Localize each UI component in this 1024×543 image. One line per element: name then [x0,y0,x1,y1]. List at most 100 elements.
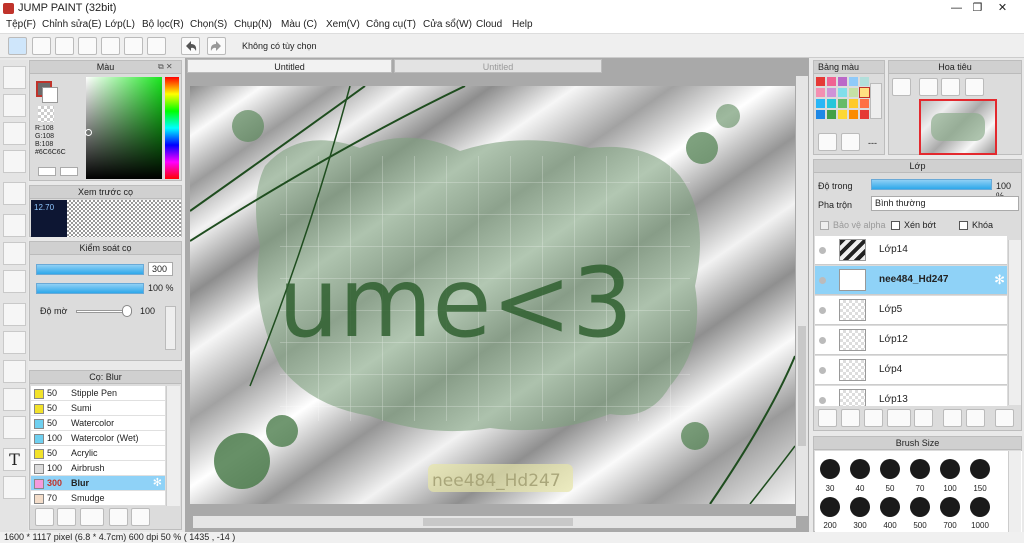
gradient-tool-icon[interactable] [3,270,26,293]
nav-zoom-in-icon[interactable] [892,78,911,96]
brush-size-dot[interactable] [880,459,900,479]
layer-item-selected[interactable]: nee484_Hd247 ✻ [815,266,1007,295]
nav-zoom-in-2-icon[interactable] [919,78,938,96]
brush-size-dot[interactable] [940,459,960,479]
brush-size-dot[interactable] [970,497,990,517]
lock-checkbox[interactable] [959,221,968,230]
nav-zoom-out-icon[interactable] [965,78,984,96]
brush-item-smudge[interactable]: 70 Smudge [31,491,165,506]
horizontal-scrollbar[interactable] [193,516,796,528]
saturation-picker[interactable] [86,77,162,179]
layer-delete-icon[interactable] [995,409,1014,427]
layer-settings-icon[interactable]: ✻ [994,272,1005,288]
protect-alpha-checkbox[interactable] [820,221,829,230]
transparent-swatch[interactable] [38,106,54,122]
background-color-swatch[interactable] [42,87,58,103]
brush-copy-icon[interactable] [109,508,128,526]
menu-layer[interactable]: Lớp(L) [105,19,135,30]
brush-size-dot[interactable] [910,497,930,517]
layer-new-text-icon[interactable] [864,409,883,427]
redo-icon[interactable] [207,37,226,55]
brush-control-scrollbar[interactable] [165,306,176,350]
menu-view[interactable]: Xem(V) [326,19,360,30]
text-tool-icon[interactable]: T [3,448,26,471]
eraser-tool-icon[interactable] [3,94,26,117]
layer-item[interactable]: Lớp14 [815,236,1007,265]
color-mode-button[interactable] [38,167,56,176]
tab-untitled[interactable]: Untitled [394,59,602,73]
brush-item-watercolor[interactable]: 50 Watercolor [31,416,165,431]
brush-menu-icon[interactable] [80,508,104,526]
layer-visibility-icon[interactable] [819,337,826,344]
info-icon[interactable] [78,37,97,55]
magic-wand-icon[interactable] [3,360,26,383]
layer-item[interactable]: Lớp12 [815,326,1007,355]
brush-size-dot[interactable] [850,497,870,517]
vertical-scrollbar[interactable] [796,76,808,516]
layer-item[interactable]: Lớp4 [815,356,1007,385]
menu-window[interactable]: Cửa sổ(W) [423,19,472,30]
nav-fit-icon[interactable] [941,78,960,96]
layer-visibility-icon[interactable] [819,247,826,254]
layer-menu-icon[interactable] [887,409,911,427]
menu-capture[interactable]: Chụp(N) [234,19,272,30]
undo-icon[interactable] [181,37,200,55]
brush-size-dot[interactable] [910,459,930,479]
layer-merge-icon[interactable] [966,409,985,427]
brush-item-sumi[interactable]: 50 Sumi [31,401,165,416]
menu-color[interactable]: Màu (C) [281,19,317,30]
brush-tree-icon[interactable] [35,508,54,526]
tab-untitled-active[interactable]: Untitled [187,59,392,73]
layer-scrollbar[interactable] [1008,240,1021,405]
panel-close-icon[interactable]: ⧉ ✕ [158,62,178,73]
select-pen-icon[interactable] [3,388,26,411]
brush-size-slider[interactable] [36,264,144,275]
menu-edit[interactable]: Chỉnh sửa(E) [42,19,102,30]
brush-item-acrylic[interactable]: 50 Acrylic [31,446,165,461]
menu-filter[interactable]: Bộ lọc(R) [142,19,184,30]
brush-size-dot[interactable] [880,497,900,517]
brush-list-scrollbar[interactable] [166,386,180,506]
bucket-tool-icon[interactable] [3,242,26,265]
lasso-select-icon[interactable] [3,331,26,354]
brush-tool-icon[interactable] [3,66,26,89]
move-tool-icon[interactable] [3,182,26,205]
layer-visibility-icon[interactable] [819,277,826,284]
layer-opacity-slider[interactable] [871,179,992,190]
brush-item-stipple-pen[interactable]: 50 Stipple Pen [31,386,165,401]
layer-visibility-icon[interactable] [819,307,826,314]
brush-item-airbrush[interactable]: 100 Airbrush [31,461,165,476]
layer-new-icon[interactable] [818,409,837,427]
brush-size-dot[interactable] [820,459,840,479]
brush-opacity-slider[interactable] [36,283,144,294]
menu-file[interactable]: Tệp(F) [6,19,36,30]
layer-folder-icon[interactable] [914,409,933,427]
hue-slider[interactable] [165,77,179,179]
brush-size-dot[interactable] [940,497,960,517]
brush-size-dot[interactable] [850,459,870,479]
brush-folder-icon[interactable] [131,508,150,526]
layer-new-raster-icon[interactable] [841,409,860,427]
close-window-icon[interactable]: ✕ [980,0,1024,17]
navigator-thumbnail[interactable] [919,99,997,155]
brush-item-blur[interactable]: 300 Blur ✻ [31,476,165,491]
blend-mode-select[interactable]: Bình thường [871,196,1019,211]
palette-new-icon[interactable] [818,133,837,151]
color-mode-button-2[interactable] [60,167,78,176]
check-icon[interactable] [8,37,27,55]
fill-rect-tool-icon[interactable] [3,214,26,237]
comment-icon[interactable] [55,37,74,55]
grid-icon[interactable] [147,37,166,55]
brush-new-icon[interactable] [57,508,76,526]
hardness-handle[interactable] [122,305,132,317]
export-icon[interactable] [32,37,51,55]
layer-duplicate-icon[interactable] [943,409,962,427]
page-list-icon[interactable] [124,37,143,55]
hand-tool-icon[interactable] [3,476,26,499]
clip-checkbox[interactable] [891,221,900,230]
layer-item[interactable]: Lớp5 [815,296,1007,325]
layer-visibility-icon[interactable] [819,397,826,404]
brush-size-dot[interactable] [970,459,990,479]
menu-help[interactable]: Help [512,19,533,30]
brush-settings-icon[interactable]: ✻ [153,476,162,491]
